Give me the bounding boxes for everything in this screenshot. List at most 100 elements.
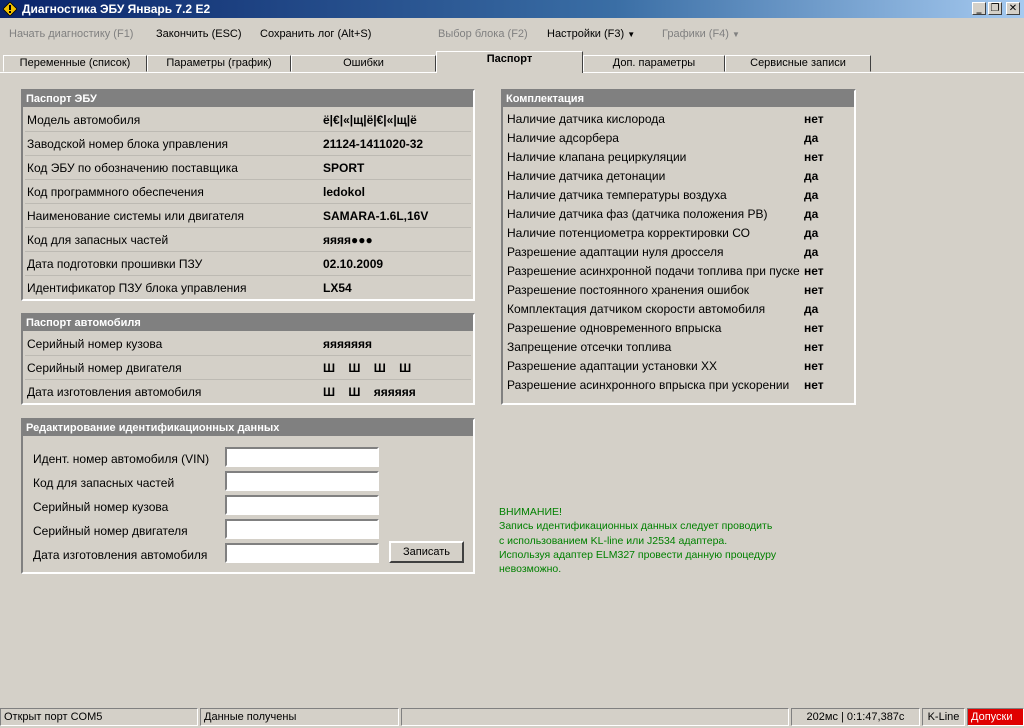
warning-line: Используя адаптер ELM327 провести данную… [499, 548, 777, 561]
minimize-icon[interactable]: _ [972, 2, 986, 15]
equipment-value: да [804, 245, 819, 259]
status-data: Данные получены [200, 708, 399, 726]
row-value: Ш Ш яяяяяя [323, 385, 416, 399]
table-row: Модель автомобиля ё|€|«|щ|ё|€|«|щ|ё [25, 109, 471, 132]
row-value: 02.10.2009 [323, 257, 384, 271]
vin-input[interactable] [225, 447, 379, 467]
equipment-value: нет [804, 340, 824, 354]
equipment-label: Наличие клапана рециркуляции [507, 150, 687, 164]
tab-bar: Переменные (список) Параметры (график) О… [0, 50, 1024, 74]
equipment-value: нет [804, 359, 824, 373]
spare-parts-code-input[interactable] [225, 471, 379, 491]
status-bar: Открыт порт COM5 Данные получены 202мс |… [0, 706, 1024, 728]
equipment-value: да [804, 131, 819, 145]
title-bar: Диагностика ЭБУ Январь 7.2 E2 _ ❐ ✕ [0, 0, 1024, 18]
menu-select-block[interactable]: Выбор блока (F2) [438, 28, 528, 40]
row-value: Ш Ш Ш Ш [323, 361, 412, 375]
row-label: Дата подготовки прошивки ПЗУ [27, 257, 203, 271]
menu-save-log[interactable]: Сохранить лог (Alt+S) [260, 28, 371, 40]
row-value: 21124-1411020-32 [323, 137, 424, 151]
row-label: Наименование системы или двигателя [27, 209, 244, 223]
menu-graphs-label: Графики (F4) [662, 28, 729, 40]
row-label: Дата изготовления автомобиля [27, 385, 202, 399]
row-value: ledokol [323, 185, 366, 199]
table-row: Наименование системы или двигателя SAMARA… [25, 205, 471, 228]
equipment-value: нет [804, 378, 824, 392]
restore-icon[interactable]: ❐ [988, 2, 1002, 15]
car-passport-title: Паспорт автомобиля [23, 315, 473, 331]
equipment-label: Наличие датчика температуры воздуха [507, 188, 727, 202]
row-label: Идентификатор ПЗУ блока управления [27, 281, 247, 295]
warning-line: ВНИМАНИЕ! [499, 506, 562, 518]
equipment-label: Разрешение асинхронной подачи топлива пр… [507, 264, 800, 278]
row-label: Код ЭБУ по обозначению поставщика [27, 161, 238, 175]
equipment-label: Наличие датчика кислорода [507, 112, 665, 126]
equipment-value: нет [804, 112, 824, 126]
row-value: LX54 [323, 281, 352, 295]
status-port: Открыт порт COM5 [0, 708, 198, 726]
equipment-value: да [804, 169, 819, 183]
row-label: Серийный номер двигателя [27, 361, 182, 375]
body-serial-input[interactable] [225, 495, 379, 515]
table-row: Дата подготовки прошивки ПЗУ 02.10.2009 [25, 253, 471, 276]
ecu-passport-title: Паспорт ЭБУ [23, 91, 473, 107]
equipment-value: да [804, 188, 819, 202]
status-tolerances-badge[interactable]: Допуски [967, 708, 1024, 726]
table-row: Серийный номер кузова яяяяяяя [25, 333, 471, 356]
write-button[interactable]: Записать [389, 541, 464, 563]
row-value: яяяя●●● [323, 233, 373, 247]
table-row: Серийный номер двигателя Ш Ш Ш Ш [25, 357, 471, 380]
table-row: Код ЭБУ по обозначению поставщика SPORT [25, 157, 471, 180]
edit-ident-title: Редактирование идентификационных данных [23, 420, 473, 436]
table-row: Код для запасных частей яяяя●●● [25, 229, 471, 252]
tab-service-records[interactable]: Сервисные записи [725, 55, 871, 72]
engine-serial-input[interactable] [225, 519, 379, 539]
equipment-label: Разрешение асинхронного впрыска при уско… [507, 378, 790, 392]
vin-label: Идент. номер автомобиля (VIN) [33, 452, 210, 466]
row-label: Код для запасных частей [27, 233, 169, 247]
equipment-label: Разрешение одновременного впрыска [507, 321, 722, 335]
equipment-value: да [804, 302, 819, 316]
equipment-label: Наличие датчика детонации [507, 169, 666, 183]
row-label: Модель автомобиля [27, 113, 141, 127]
window-title: Диагностика ЭБУ Январь 7.2 E2 [22, 2, 211, 16]
app-logo-icon [3, 2, 17, 16]
equipment-value: да [804, 207, 819, 221]
car-passport-panel: Паспорт автомобиля Серийный номер кузова… [21, 313, 475, 405]
warning-line: невозможно. [499, 563, 562, 576]
equipment-label: Разрешение адаптации установки ХХ [507, 359, 717, 373]
tab-variables-list[interactable]: Переменные (список) [3, 55, 147, 72]
table-row: Идентификатор ПЗУ блока управления LX54 [25, 277, 471, 300]
menu-finish[interactable]: Закончить (ESC) [156, 28, 242, 40]
table-row: Код программного обеспечения ledokol [25, 181, 471, 204]
tab-errors[interactable]: Ошибки [291, 55, 436, 72]
equipment-label: Запрещение отсечки топлива [507, 340, 672, 354]
warning-line: с использованием KL-line или J2534 адапт… [499, 534, 728, 547]
tab-extra-parameters[interactable]: Доп. параметры [583, 55, 725, 72]
menu-start-diagnostics[interactable]: Начать диагностику (F1) [9, 28, 133, 40]
status-timing: 202мс | 0:1:47,387с [791, 708, 920, 726]
menu-graphs[interactable]: Графики (F4) ▼ [662, 28, 740, 40]
row-label: Код программного обеспечения [27, 185, 204, 199]
row-value: ё|€|«|щ|ё|€|«|щ|ё [323, 113, 417, 127]
status-empty [401, 708, 789, 726]
spare-parts-code-label: Код для запасных частей [33, 476, 175, 490]
menu-settings[interactable]: Настройки (F3) ▼ [547, 28, 635, 40]
row-label: Серийный номер кузова [27, 337, 163, 351]
equipment-title: Комплектация [503, 91, 854, 107]
status-protocol: K-Line [922, 708, 965, 726]
equipment-label: Наличие потенциометра корректировки СО [507, 226, 750, 240]
equipment-label: Комплектация датчиком скорости автомобил… [507, 302, 766, 316]
equipment-label: Разрешение адаптации нуля дросселя [507, 245, 724, 259]
close-icon[interactable]: ✕ [1006, 2, 1020, 15]
edit-ident-panel: Редактирование идентификационных данных … [21, 418, 475, 574]
equipment-value: да [804, 226, 819, 240]
tab-parameters-graph[interactable]: Параметры (график) [147, 55, 291, 72]
equipment-value: нет [804, 150, 824, 164]
warning-line: Запись идентификационных данных следует … [499, 520, 773, 533]
manufacture-date-input[interactable] [225, 543, 379, 563]
row-value: яяяяяяя [323, 337, 373, 351]
row-value: SPORT [323, 161, 365, 175]
tab-passport[interactable]: Паспорт [436, 51, 583, 73]
ecu-passport-panel: Паспорт ЭБУ Модель автомобиля ё|€|«|щ|ё|€… [21, 89, 475, 301]
